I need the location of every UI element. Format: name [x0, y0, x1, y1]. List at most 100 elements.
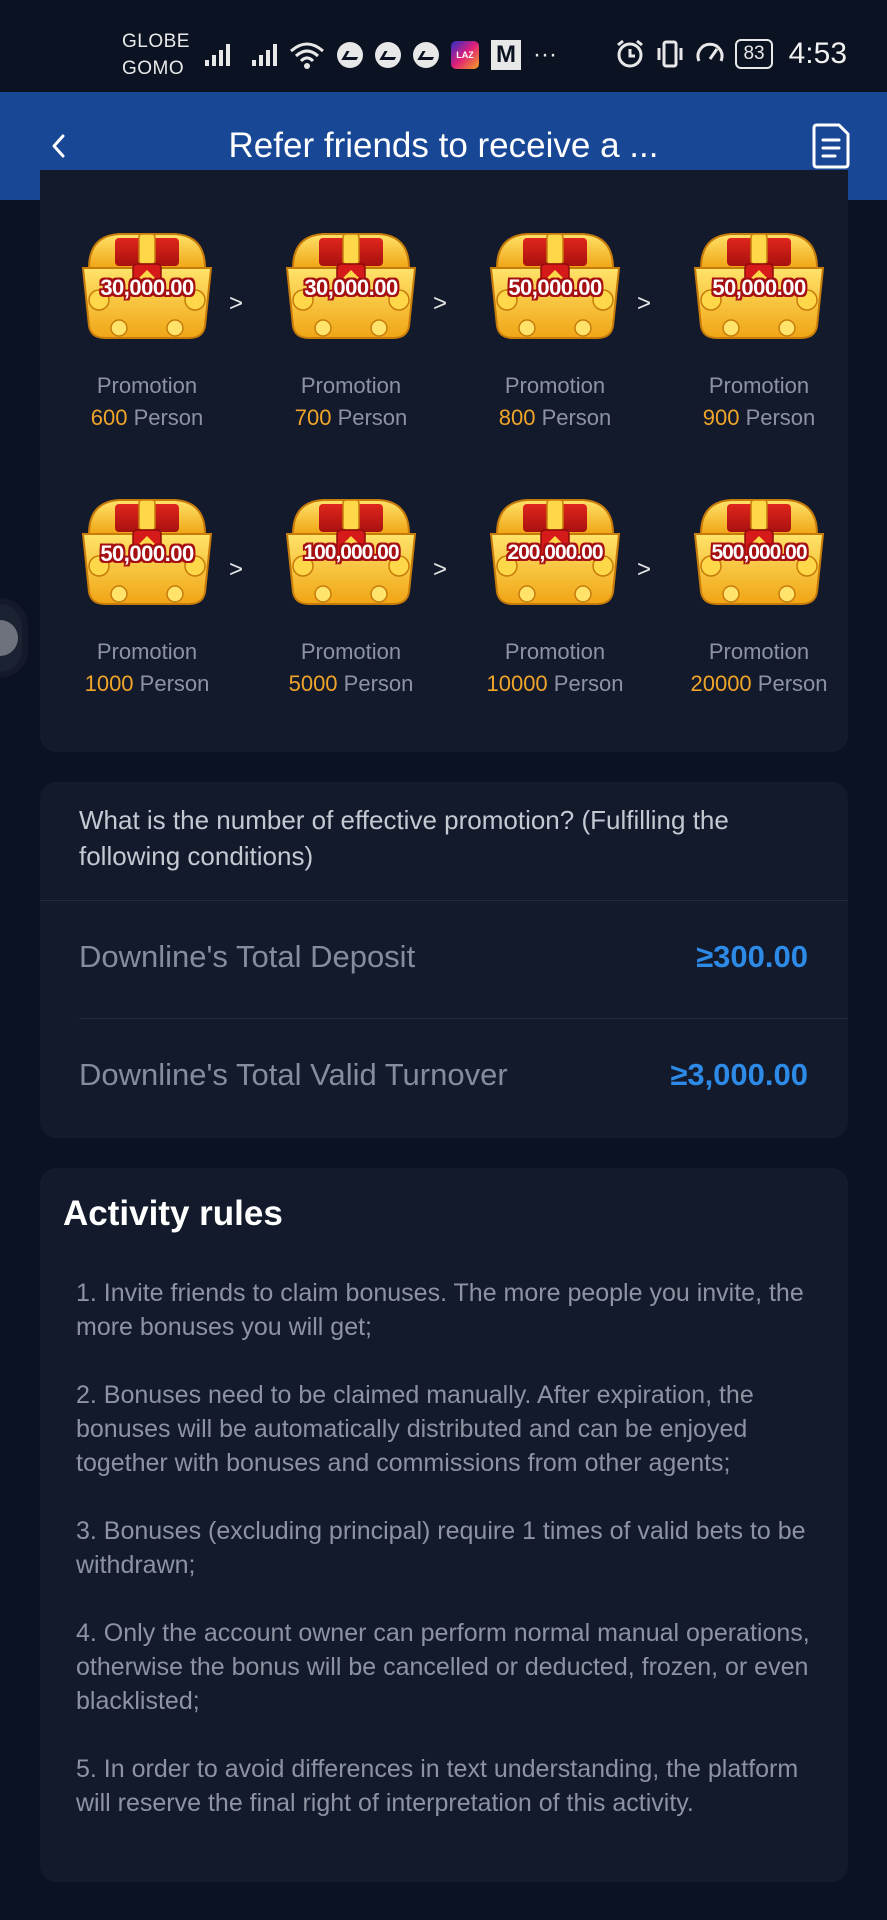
person-count: 800 — [498, 405, 536, 430]
reward-tier: 50,000.00 Promotion 900 Person — [674, 230, 844, 434]
rule-item: 1. Invite friends to claim bonuses. The … — [76, 1279, 804, 1341]
promotion-count: 10000 Person — [470, 668, 640, 700]
person-unit: Person — [553, 671, 624, 696]
reward-tier: 100,000.00 Promotion 5000 Person — [266, 496, 436, 700]
person-unit: Person — [139, 671, 210, 696]
promotion-count: 20000 Person — [674, 668, 844, 700]
status-bar: GLOBE GOMO LAZ M ··· 83 4:53 — [0, 0, 887, 92]
wifi-icon — [290, 42, 324, 69]
status-system-icons: 83 4:53 — [615, 36, 847, 72]
reward-tier: 200,000.00 Promotion 10000 Person — [470, 496, 640, 700]
promotion-label: Promotion — [300, 639, 402, 664]
reward-chest: 30,000.00 — [79, 230, 215, 342]
rule-item: 3. Bonuses (excluding principal) require… — [76, 1517, 806, 1579]
next-tier-arrow-icon: > — [432, 290, 447, 317]
reward-chest: 30,000.00 — [283, 230, 419, 342]
person-count: 20000 — [690, 671, 752, 696]
promotion-label: Promotion — [708, 373, 810, 398]
clock: 4:53 — [788, 37, 847, 70]
person-count: 900 — [702, 405, 740, 430]
person-count: 1000 — [84, 671, 134, 696]
reward-tier: 30,000.00 Promotion 600 Person — [62, 230, 232, 434]
chrome-icon — [337, 42, 363, 68]
person-count: 5000 — [288, 671, 338, 696]
promotion-label: Promotion — [504, 373, 606, 398]
promotion-count: 800 Person — [470, 402, 640, 434]
rule-item: 2. Bonuses need to be claimed manually. … — [76, 1381, 754, 1477]
promotion-label: Promotion — [300, 373, 402, 398]
reward-amount: 30,000.00 — [304, 275, 398, 300]
next-tier-arrow-icon: > — [228, 556, 243, 583]
conditions-question: What is the number of effective promotio… — [79, 805, 729, 871]
reward-row: 50,000.00 Promotion 1000 Person 100,000.… — [40, 496, 848, 746]
next-tier-arrow-icon: > — [432, 556, 447, 583]
person-unit: Person — [337, 405, 408, 430]
person-unit: Person — [133, 405, 204, 430]
floating-assistant-handle[interactable] — [0, 598, 28, 678]
person-unit: Person — [343, 671, 414, 696]
rules-list: 1. Invite friends to claim bonuses. The … — [76, 1276, 818, 1854]
reward-amount: 30,000.00 — [100, 275, 194, 300]
messenger-icon — [413, 42, 439, 68]
carrier-name: GLOBE GOMO — [122, 31, 190, 79]
reward-chest: 50,000.00 — [691, 230, 827, 342]
reward-amount: 50,000.00 — [100, 541, 194, 566]
divider — [79, 1018, 848, 1019]
reward-amount: 50,000.00 — [508, 275, 602, 300]
reward-tier: 500,000.00 Promotion 20000 Person — [674, 496, 844, 700]
reward-row: 30,000.00 Promotion 600 Person 30,000.00… — [40, 230, 848, 480]
person-unit: Person — [757, 671, 828, 696]
reward-chest: 50,000.00 — [487, 230, 623, 342]
person-count: 700 — [294, 405, 332, 430]
page-title: Refer friends to receive a ... — [228, 126, 659, 165]
chevron-left-icon — [52, 134, 65, 158]
alarm-icon — [617, 39, 644, 68]
records-button[interactable] — [811, 122, 853, 170]
reward-amount: 500,000.00 — [711, 541, 807, 564]
reward-tier: 30,000.00 Promotion 700 Person — [266, 230, 436, 434]
promotion-count: 700 Person — [266, 402, 436, 434]
messenger-icon — [375, 42, 401, 68]
promotion-count: 1000 Person — [62, 668, 232, 700]
promotion-count: 600 Person — [62, 402, 232, 434]
gmail-icon: M — [491, 40, 521, 70]
speed-icon — [696, 42, 724, 62]
lazada-icon: LAZ — [451, 41, 479, 69]
reward-chest: 500,000.00 — [691, 496, 827, 608]
promotion-count: 5000 Person — [266, 668, 436, 700]
rule-item: 4. Only the account owner can perform no… — [76, 1619, 810, 1715]
battery-indicator: 83 — [735, 39, 773, 69]
promotion-label: Promotion — [708, 639, 810, 664]
person-count: 10000 — [486, 671, 548, 696]
condition-row-deposit: Downline's Total Deposit ≥300.00 — [79, 922, 808, 992]
condition-value: ≥3,000.00 — [670, 1057, 808, 1092]
person-unit: Person — [745, 405, 816, 430]
next-tier-arrow-icon: > — [228, 290, 243, 317]
more-notifications-icon: ··· — [533, 41, 557, 68]
condition-row-turnover: Downline's Total Valid Turnover ≥3,000.0… — [79, 1040, 808, 1110]
person-unit: Person — [541, 405, 612, 430]
promotion-count: 900 Person — [674, 402, 844, 434]
reward-amount: 200,000.00 — [507, 541, 603, 564]
back-button[interactable] — [38, 122, 78, 170]
signal-icon — [205, 44, 230, 66]
effective-promotion-card: What is the number of effective promotio… — [40, 782, 848, 1138]
promotion-label: Promotion — [96, 639, 198, 664]
reward-amount: 50,000.00 — [712, 275, 806, 300]
condition-label: Downline's Total Deposit — [79, 939, 416, 974]
status-notification-icons: LAZ M ··· — [205, 38, 557, 72]
promotion-label: Promotion — [96, 373, 198, 398]
signal-icon — [252, 44, 277, 66]
next-tier-arrow-icon: > — [636, 290, 651, 317]
divider — [40, 900, 848, 901]
rules-title: Activity rules — [63, 1194, 283, 1233]
vibrate-icon — [657, 40, 683, 68]
condition-label: Downline's Total Valid Turnover — [79, 1057, 508, 1092]
document-icon — [812, 123, 850, 169]
person-count: 600 — [90, 405, 128, 430]
promotion-label: Promotion — [504, 639, 606, 664]
next-tier-arrow-icon: > — [636, 556, 651, 583]
reward-amount: 100,000.00 — [303, 541, 399, 564]
reward-tier: 50,000.00 Promotion 800 Person — [470, 230, 640, 434]
reward-chest: 100,000.00 — [283, 496, 419, 608]
